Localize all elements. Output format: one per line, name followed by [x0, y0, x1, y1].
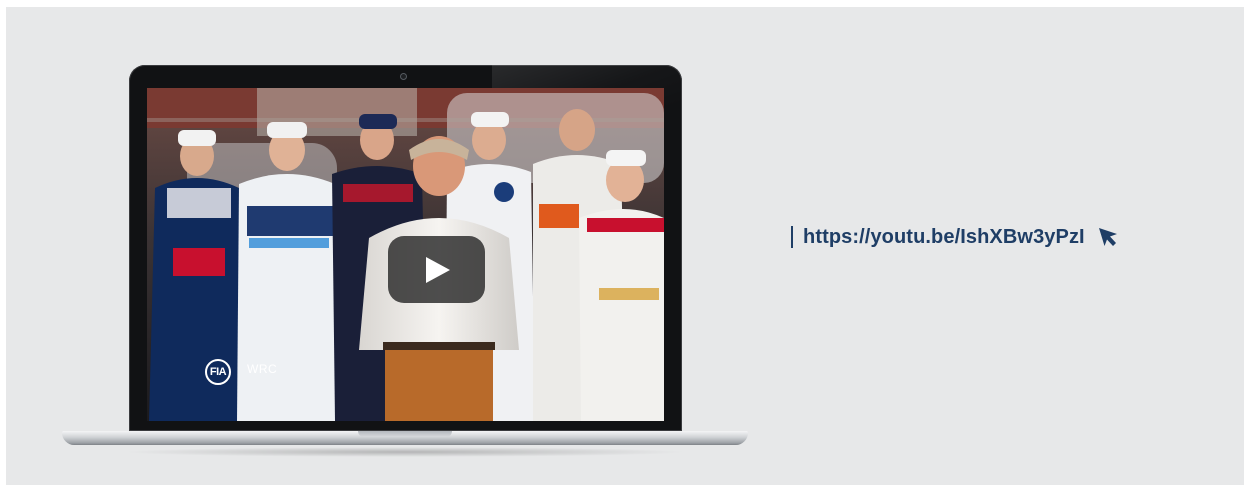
mouse-pointer-arrow-icon	[1098, 228, 1117, 246]
banner-panel: FIA WRC https://youtu.be/IshXBw3yPzI	[6, 7, 1244, 485]
laptop-mockup: FIA WRC	[62, 65, 748, 465]
webcam-icon	[400, 73, 407, 80]
wrc-logo: WRC	[247, 362, 278, 376]
play-icon	[426, 257, 450, 283]
link-divider-bar	[791, 226, 793, 248]
laptop-shadow	[122, 447, 688, 457]
laptop-lid: FIA WRC	[129, 65, 682, 431]
youtube-link[interactable]: https://youtu.be/IshXBw3yPzI	[803, 226, 1085, 249]
video-link-row: https://youtu.be/IshXBw3yPzI	[791, 222, 1119, 252]
laptop-base-notch	[358, 431, 452, 437]
video-thumbnail[interactable]: FIA WRC	[147, 88, 664, 421]
fia-logo: FIA	[205, 359, 231, 385]
laptop-base	[62, 431, 748, 445]
play-button[interactable]	[388, 236, 485, 303]
